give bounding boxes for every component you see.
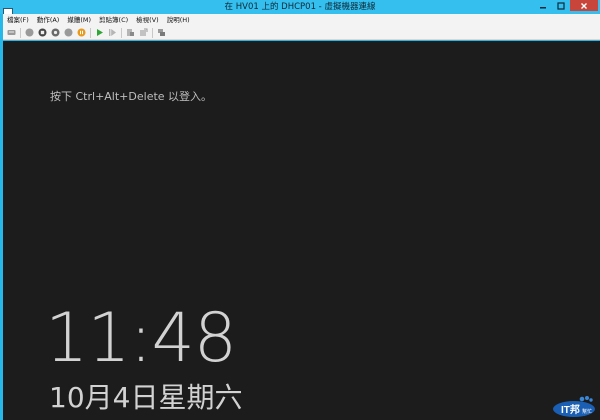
revert-icon: [139, 28, 147, 36]
toolbar-separator: [121, 27, 122, 38]
enhanced-session-button[interactable]: [156, 28, 166, 38]
reset-icon: [108, 29, 116, 36]
ctrl-alt-del-button[interactable]: [6, 28, 16, 38]
login-prompt: 按下 Ctrl+Alt+Delete 以登入。: [50, 90, 213, 103]
svg-text:幫忙: 幫忙: [582, 408, 592, 415]
window-controls: [534, 0, 598, 11]
toolbar: [3, 26, 600, 40]
lock-screen-date: 10月4日星期六: [49, 381, 243, 414]
checkpoint-icon: [126, 29, 134, 36]
menu-help[interactable]: 說明(H): [163, 14, 194, 26]
start-button[interactable]: [24, 28, 34, 38]
turn-off-button[interactable]: [37, 28, 47, 38]
ctrl-alt-del-icon: [7, 30, 15, 35]
maximize-icon: [556, 1, 565, 10]
window-title: 在 HV01 上的 DHCP01 - 虛擬機器連線: [224, 2, 376, 12]
menu-media[interactable]: 媒體(M): [63, 14, 95, 26]
menu-bar: 檔案(F) 動作(A) 媒體(M) 剪貼簿(C) 檢視(V) 說明(H): [3, 14, 600, 26]
pause-icon: [77, 28, 85, 37]
save-icon: [64, 28, 72, 37]
shut-down-icon: [51, 28, 59, 37]
menu-file[interactable]: 檔案(F): [3, 14, 33, 26]
minimize-button[interactable]: [534, 0, 551, 11]
resume-button[interactable]: [94, 28, 104, 38]
close-button[interactable]: [570, 0, 598, 11]
vm-screen[interactable]: 按下 Ctrl+Alt+Delete 以登入。 11:48 10月4日星期六 I…: [3, 41, 600, 420]
toolbar-separator: [90, 27, 91, 38]
checkpoint-button[interactable]: [125, 28, 135, 38]
reset-button[interactable]: [107, 28, 117, 38]
toolbar-separator: [20, 27, 21, 38]
save-button[interactable]: [63, 28, 73, 38]
menu-action[interactable]: 動作(A): [33, 14, 64, 26]
menu-clipboard[interactable]: 剪貼簿(C): [95, 14, 132, 26]
pause-button[interactable]: [76, 28, 86, 38]
lock-screen-time: 11:48: [45, 299, 237, 378]
enhanced-session-icon: [157, 29, 165, 36]
title-bar[interactable]: 在 HV01 上的 DHCP01 - 虛擬機器連線: [0, 0, 600, 17]
toolbar-separator: [152, 27, 153, 38]
revert-button[interactable]: [138, 28, 148, 38]
resume-icon: [96, 29, 103, 36]
close-icon: [581, 2, 587, 9]
start-icon: [25, 28, 33, 37]
shut-down-button[interactable]: [50, 28, 60, 38]
svg-text:IT邦: IT邦: [561, 403, 580, 416]
minimize-icon: [539, 6, 546, 8]
vm-connection-window: 在 HV01 上的 DHCP01 - 虛擬機器連線 檔案(F) 動作(A) 媒體…: [0, 0, 600, 420]
ithome-watermark-logo: IT邦 幫忙: [553, 396, 595, 417]
maximize-button[interactable]: [552, 0, 569, 11]
menu-view[interactable]: 檢視(V): [132, 14, 163, 26]
turn-off-icon: [38, 28, 46, 37]
